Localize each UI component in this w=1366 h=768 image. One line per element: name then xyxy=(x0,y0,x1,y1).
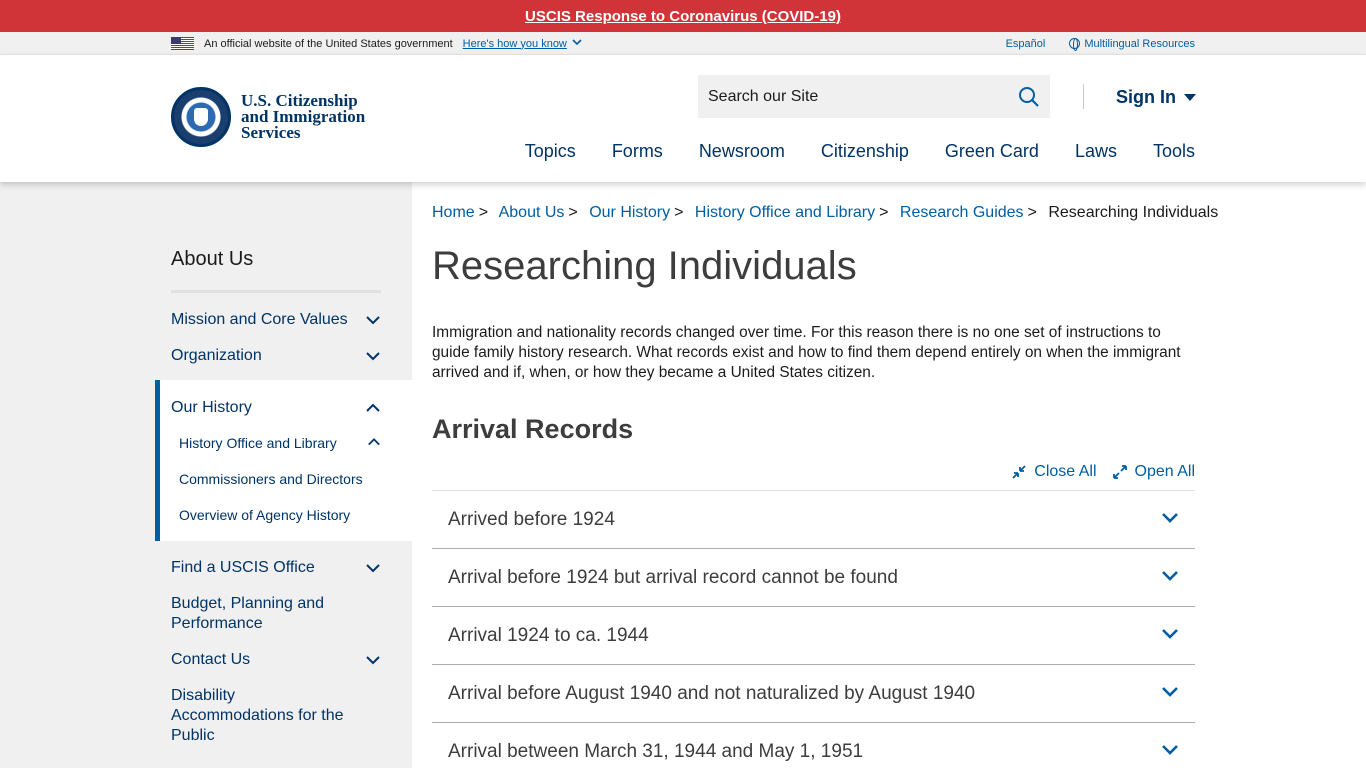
chevron-down-icon[interactable] xyxy=(365,312,381,328)
sidebar-item-our-history[interactable]: Our History xyxy=(171,398,386,418)
site-header: U.S. Citizenship and Immigration Service… xyxy=(0,55,1366,182)
accordion-item[interactable]: Arrival 1924 to ca. 1944 xyxy=(432,607,1195,665)
covid-alert-bar: USCIS Response to Coronavirus (COVID-19) xyxy=(0,0,1366,32)
search-input[interactable] xyxy=(708,87,1008,106)
disability-line-2: Accommodations for the xyxy=(171,707,344,724)
breadcrumb-separator: > xyxy=(568,204,578,221)
sign-in-label: Sign In xyxy=(1116,87,1176,107)
accordion-item-label: Arrival between March 31, 1944 and May 1… xyxy=(448,740,864,762)
breadcrumb-about-us[interactable]: About Us xyxy=(499,204,565,221)
section-title-arrival-records: Arrival Records xyxy=(432,414,634,444)
breadcrumb-home[interactable]: Home xyxy=(432,204,475,221)
nav-newsroom[interactable]: Newsroom xyxy=(699,141,785,162)
chevron-up-icon[interactable] xyxy=(367,435,381,449)
caret-down-icon xyxy=(1184,94,1196,101)
page-title: Researching Individuals xyxy=(432,244,857,288)
breadcrumb-separator: > xyxy=(879,204,889,221)
accordion-item-label: Arrival 1924 to ca. 1944 xyxy=(448,624,649,646)
chevron-down-icon xyxy=(1162,513,1178,523)
globe-icon xyxy=(1069,37,1081,51)
nav-citizenship[interactable]: Citizenship xyxy=(821,141,909,162)
open-all-button[interactable]: Open All xyxy=(1112,463,1195,481)
logo-wordmark: U.S. Citizenship and Immigration Service… xyxy=(241,92,365,142)
chevron-down-icon xyxy=(1162,571,1178,581)
breadcrumb-research-guides[interactable]: Research Guides xyxy=(900,204,1024,221)
chevron-down-icon xyxy=(1162,629,1178,639)
sidebar-divider xyxy=(171,290,381,293)
nav-green-card[interactable]: Green Card xyxy=(945,141,1039,162)
accordion-list: Arrived before 1924 Arrival before 1924 … xyxy=(432,490,1195,768)
multilingual-label: Multilingual Resources xyxy=(1084,37,1195,50)
breadcrumb-separator: > xyxy=(478,204,489,221)
close-all-button[interactable]: Close All xyxy=(1012,463,1097,481)
collapse-icon xyxy=(1012,465,1026,479)
sidebar-item-mission[interactable]: Mission and Core Values xyxy=(171,310,386,330)
accordion-item[interactable]: Arrival between March 31, 1944 and May 1… xyxy=(432,723,1195,768)
chevron-down-icon[interactable] xyxy=(365,652,381,668)
header-divider xyxy=(1083,84,1084,109)
breadcrumb-our-history[interactable]: Our History xyxy=(589,204,670,221)
logo-line-3: Services xyxy=(241,123,301,142)
search-icon[interactable] xyxy=(1018,86,1040,108)
budget-line-1: Budget, Planning and xyxy=(171,595,325,612)
nav-laws[interactable]: Laws xyxy=(1075,141,1117,162)
chevron-down-icon[interactable] xyxy=(365,560,381,576)
accordion-item[interactable]: Arrived before 1924 xyxy=(432,491,1195,549)
search-box xyxy=(698,75,1050,118)
sidebar-item-find-office[interactable]: Find a USCIS Office xyxy=(171,558,386,578)
disability-line-3: Public xyxy=(171,727,215,744)
nav-forms[interactable]: Forms xyxy=(612,141,663,162)
sidebar-item-contact[interactable]: Contact Us xyxy=(171,650,386,670)
official-website-text: An official website of the United States… xyxy=(204,37,453,50)
breadcrumb-current: Researching Individuals xyxy=(1048,204,1219,221)
accordion-item[interactable]: Arrival before 1924 but arrival record c… xyxy=(432,549,1195,607)
multilingual-resources-link[interactable]: Multilingual Resources xyxy=(1069,37,1195,51)
sidebar-subitem-commissioners[interactable]: Commissioners and Directors xyxy=(179,471,363,487)
sidebar-subitem-history-office[interactable]: History Office and Library xyxy=(179,435,337,451)
nav-topics[interactable]: Topics xyxy=(525,141,576,162)
us-flag-icon xyxy=(171,37,194,50)
espanol-link[interactable]: Español xyxy=(1006,38,1046,50)
open-all-label: Open All xyxy=(1134,463,1195,480)
disability-line-1: Disability xyxy=(171,687,236,704)
main-nav: Topics Forms Newsroom Citizenship Green … xyxy=(525,141,1195,162)
chevron-down-icon xyxy=(1162,745,1178,755)
sidebar-item-disability[interactable]: Disability Accommodations for the Public xyxy=(171,686,386,746)
accordion-item-label: Arrived before 1924 xyxy=(448,508,615,530)
sidebar-subitem-overview[interactable]: Overview of Agency History xyxy=(179,507,350,523)
dhs-seal-icon xyxy=(171,87,231,147)
chevron-down-icon[interactable] xyxy=(365,348,381,364)
how-you-know-link[interactable]: Here's how you know xyxy=(463,38,567,50)
accordion-item[interactable]: Arrival before August 1940 and not natur… xyxy=(432,665,1195,723)
breadcrumb: Home > About Us > Our History > History Off… xyxy=(432,204,1218,222)
breadcrumb-history-office[interactable]: History Office and Library xyxy=(695,204,875,221)
accordion-controls: Close All Open All xyxy=(1012,463,1195,481)
sidebar-item-organization[interactable]: Organization xyxy=(171,346,386,366)
breadcrumb-separator: > xyxy=(674,204,684,221)
chevron-down-icon[interactable] xyxy=(572,38,582,49)
sidebar-item-budget[interactable]: Budget, Planning and Performance xyxy=(171,594,386,634)
chevron-up-icon[interactable] xyxy=(365,400,381,416)
budget-line-2: Performance xyxy=(171,615,263,632)
nav-tools[interactable]: Tools xyxy=(1153,141,1195,162)
sidebar: About Us Mission and Core Values Organiz… xyxy=(0,182,412,768)
covid-alert-link[interactable]: USCIS Response to Coronavirus (COVID-19) xyxy=(525,8,841,25)
breadcrumb-separator: > xyxy=(1027,204,1037,221)
intro-paragraph: Immigration and nationality records chan… xyxy=(432,324,1181,381)
close-all-label: Close All xyxy=(1034,463,1097,480)
accordion-item-label: Arrival before August 1940 and not natur… xyxy=(448,682,976,704)
sidebar-title[interactable]: About Us xyxy=(171,248,253,271)
accordion-item-label: Arrival before 1924 but arrival record c… xyxy=(448,566,898,588)
uscis-logo[interactable]: U.S. Citizenship and Immigration Service… xyxy=(171,87,365,147)
sign-in-button[interactable]: Sign In xyxy=(1116,87,1196,108)
chevron-down-icon xyxy=(1162,687,1178,697)
gov-banner: An official website of the United States… xyxy=(0,32,1366,55)
expand-icon xyxy=(1112,465,1127,479)
